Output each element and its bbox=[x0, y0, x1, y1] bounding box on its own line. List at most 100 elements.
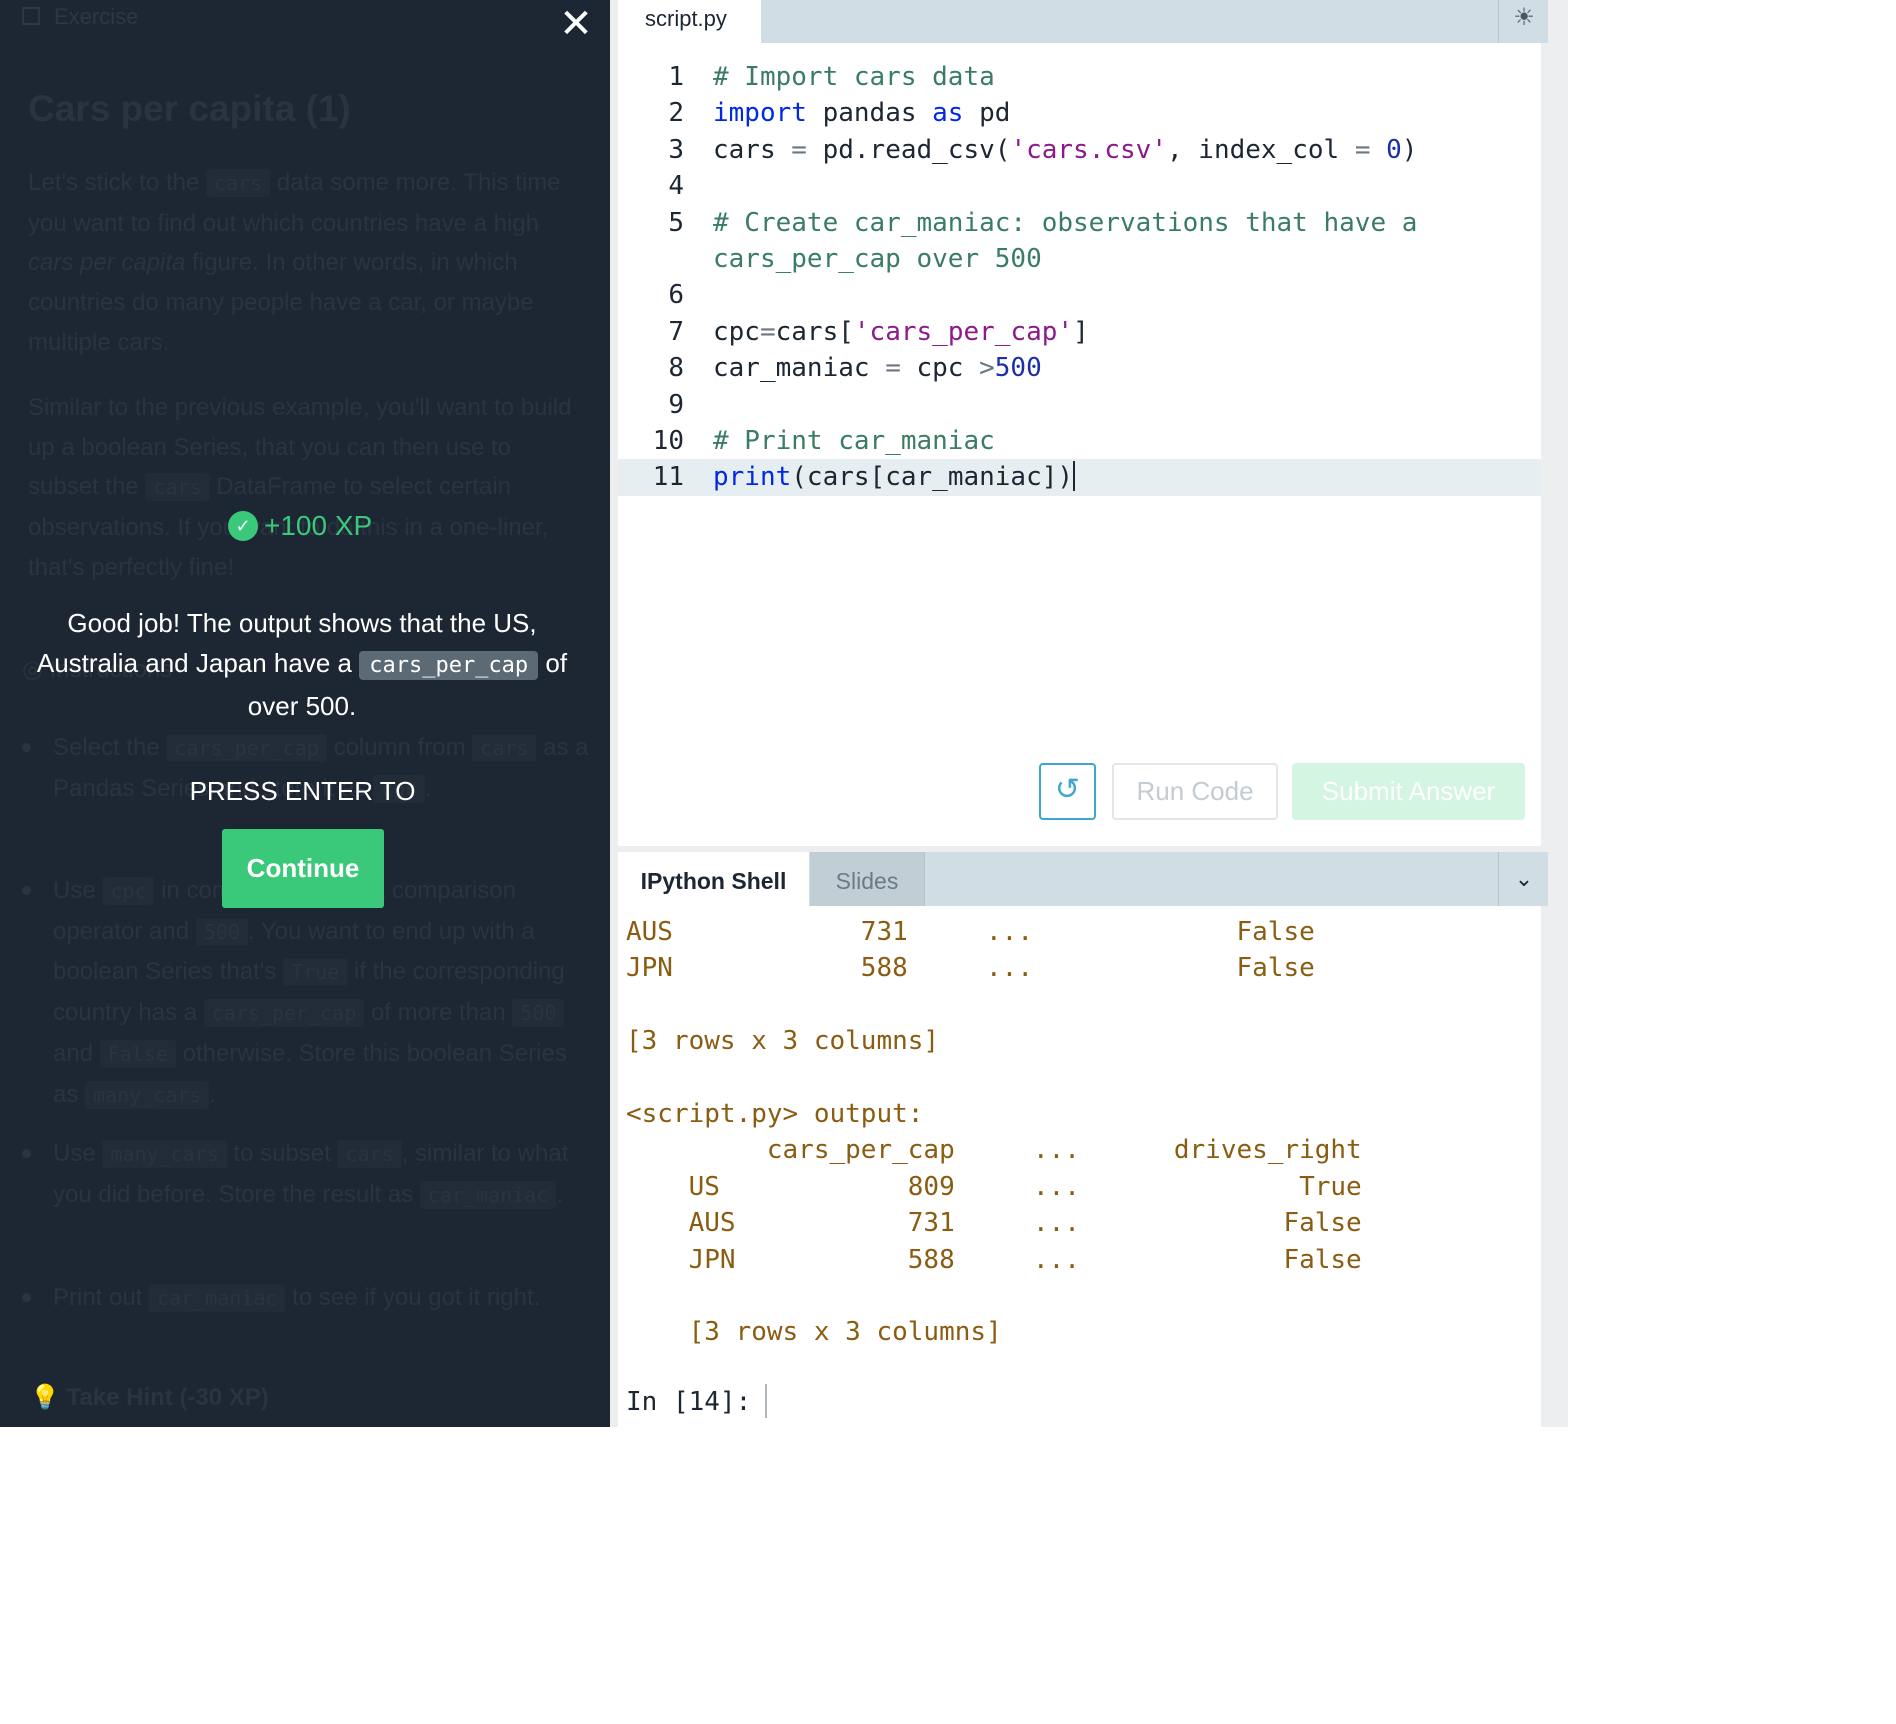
string: 'cars.csv' bbox=[1010, 134, 1167, 165]
press-enter-text: PRESS ENTER TO bbox=[189, 776, 416, 806]
text: Let's stick to the bbox=[28, 169, 200, 196]
code-line-wrap[interactable]: cars_per_cap over 500 bbox=[618, 241, 1541, 277]
operator: = bbox=[1354, 134, 1371, 165]
xp-badge: ✓ +100 XP bbox=[228, 510, 372, 542]
gear-icon[interactable]: ☀ bbox=[1498, 0, 1549, 43]
line-number: 10 bbox=[652, 426, 684, 457]
operator: = bbox=[885, 353, 901, 384]
lightbulb-icon: 💡 bbox=[30, 1384, 60, 1411]
shell-output: AUS 731 ... False JPN 588 ... False [3 r… bbox=[626, 917, 1362, 1348]
continue-button[interactable]: Continue bbox=[222, 829, 384, 908]
exercise-tab-label: Exercise bbox=[54, 4, 139, 29]
shell-tab-bar: IPython Shell Slides ⌄ bbox=[618, 852, 1548, 906]
shell-prompt[interactable]: In [14]: bbox=[626, 1384, 768, 1418]
code-text: import pandas as pd bbox=[713, 95, 1513, 131]
check-circle-icon: ✓ bbox=[228, 511, 258, 541]
token: car_maniac bbox=[713, 353, 886, 384]
keyword: import bbox=[713, 98, 807, 129]
code-text: car_maniac = cpc >500 bbox=[713, 350, 1513, 386]
line-number: 8 bbox=[668, 353, 684, 384]
submit-answer-button[interactable]: Submit Answer bbox=[1292, 763, 1525, 820]
tab-script-py[interactable]: script.py bbox=[618, 0, 761, 43]
exercise-tab[interactable]: Exercise bbox=[22, 4, 138, 30]
text: Use bbox=[53, 877, 96, 904]
prompt-label: In [14]: bbox=[626, 1387, 752, 1417]
run-code-button[interactable]: Run Code bbox=[1112, 763, 1278, 820]
code-editor[interactable]: 1 # Import cars data 2 import pandas as pd… bbox=[618, 43, 1541, 846]
token: ) bbox=[1401, 134, 1418, 165]
code-text: cars_per_cap over 500 bbox=[713, 244, 1042, 275]
code-text: # Import cars data bbox=[713, 62, 995, 92]
inline-code: cars bbox=[206, 169, 271, 197]
text: of more than bbox=[370, 999, 506, 1027]
emphasis: cars per capita bbox=[28, 249, 186, 277]
code-line[interactable]: 4 bbox=[618, 168, 1541, 204]
text: to see if you got it right. bbox=[292, 1284, 541, 1311]
token: car_maniac]) bbox=[885, 462, 1074, 493]
token: cpc bbox=[900, 353, 980, 384]
tab-slides[interactable]: Slides bbox=[810, 852, 925, 906]
code-line[interactable]: 5 # Create car_maniac: observations that … bbox=[618, 205, 1541, 241]
success-message: Good job! The output shows that the US, … bbox=[20, 603, 584, 726]
exercise-paragraph: Similar to the previous example, you'll … bbox=[28, 388, 588, 588]
text: Select the bbox=[53, 734, 160, 761]
code-line[interactable]: 9 bbox=[618, 387, 1541, 423]
code-line[interactable]: 2 import pandas as pd bbox=[618, 95, 1541, 131]
chevron-down-icon[interactable]: ⌄ bbox=[1498, 852, 1549, 906]
token: pd.read_csv( bbox=[806, 134, 1011, 165]
inline-code: cars_per_cap bbox=[166, 734, 327, 762]
take-hint-button[interactable]: 💡 Take Hint (-30 XP) bbox=[30, 1383, 269, 1412]
inline-code: cars bbox=[337, 1140, 402, 1168]
code-text: cpc=cars['cars_per_cap'] bbox=[713, 314, 1513, 350]
reset-icon[interactable]: ↺ bbox=[1039, 763, 1096, 820]
text: and bbox=[53, 1039, 94, 1067]
text: Use bbox=[53, 1140, 96, 1167]
code-lines: 1 # Import cars data 2 import pandas as pd… bbox=[618, 59, 1541, 496]
code-line[interactable]: 7 cpc=cars['cars_per_cap'] bbox=[618, 314, 1541, 350]
bullet-icon bbox=[22, 743, 31, 752]
code-line[interactable]: 10 # Print car_maniac bbox=[618, 423, 1541, 459]
instruction-item: Print out car_maniac to see if you got i… bbox=[22, 1278, 592, 1319]
code-line[interactable]: 1 # Import cars data bbox=[618, 59, 1541, 95]
code-text: # Print car_maniac bbox=[713, 426, 995, 457]
inline-code: many_cars bbox=[85, 1080, 210, 1109]
code-text: print(cars[car_maniac]) bbox=[713, 459, 1513, 495]
code-line[interactable]: 8 car_maniac = cpc >500 bbox=[618, 350, 1541, 386]
token: cars bbox=[713, 134, 792, 165]
code-line[interactable]: 6 bbox=[618, 277, 1541, 313]
token: pd bbox=[963, 98, 1011, 129]
token: ] bbox=[1073, 316, 1089, 347]
line-number: 7 bbox=[668, 316, 684, 347]
ipython-shell[interactable]: AUS 731 ... False JPN 588 ... False [3 r… bbox=[618, 906, 1541, 1427]
close-icon[interactable]: ✕ bbox=[556, 4, 596, 44]
code-text: # Create car_maniac: observations that h… bbox=[713, 207, 1418, 238]
line-number bbox=[618, 241, 684, 277]
token: cars[ bbox=[775, 316, 854, 347]
text: Print out bbox=[53, 1284, 143, 1311]
exercise-paragraph: Let's stick to the cars data some more. … bbox=[28, 163, 588, 363]
code-line[interactable]: 3 cars = pd.read_csv('cars.csv', index_co… bbox=[618, 132, 1541, 168]
inline-code: 500 bbox=[512, 999, 565, 1028]
line-number: 6 bbox=[668, 280, 684, 311]
xp-value: +100 XP bbox=[264, 510, 373, 541]
text-cursor bbox=[765, 1384, 768, 1418]
token: pandas bbox=[806, 98, 933, 129]
number: 500 bbox=[994, 353, 1042, 384]
tab-ipython-shell[interactable]: IPython Shell bbox=[618, 852, 809, 906]
code-line-active[interactable]: 11 print(cars[car_maniac]) bbox=[618, 459, 1541, 496]
inline-code: 500 bbox=[195, 917, 248, 946]
inline-code: cars_per_cap bbox=[359, 651, 539, 680]
string: 'cars_per_cap' bbox=[853, 316, 1074, 347]
inline-code: True bbox=[283, 958, 348, 987]
line-number: 11 bbox=[652, 462, 684, 493]
operator: > bbox=[979, 353, 995, 384]
line-number: 5 bbox=[668, 207, 684, 238]
workspace-panel: script.py ☀ 1 # Import cars data 2 import … bbox=[610, 0, 1568, 1427]
number: 0 bbox=[1370, 134, 1402, 165]
token: cpc bbox=[713, 316, 760, 347]
line-number: 1 bbox=[668, 62, 684, 92]
operator: = bbox=[759, 316, 776, 347]
